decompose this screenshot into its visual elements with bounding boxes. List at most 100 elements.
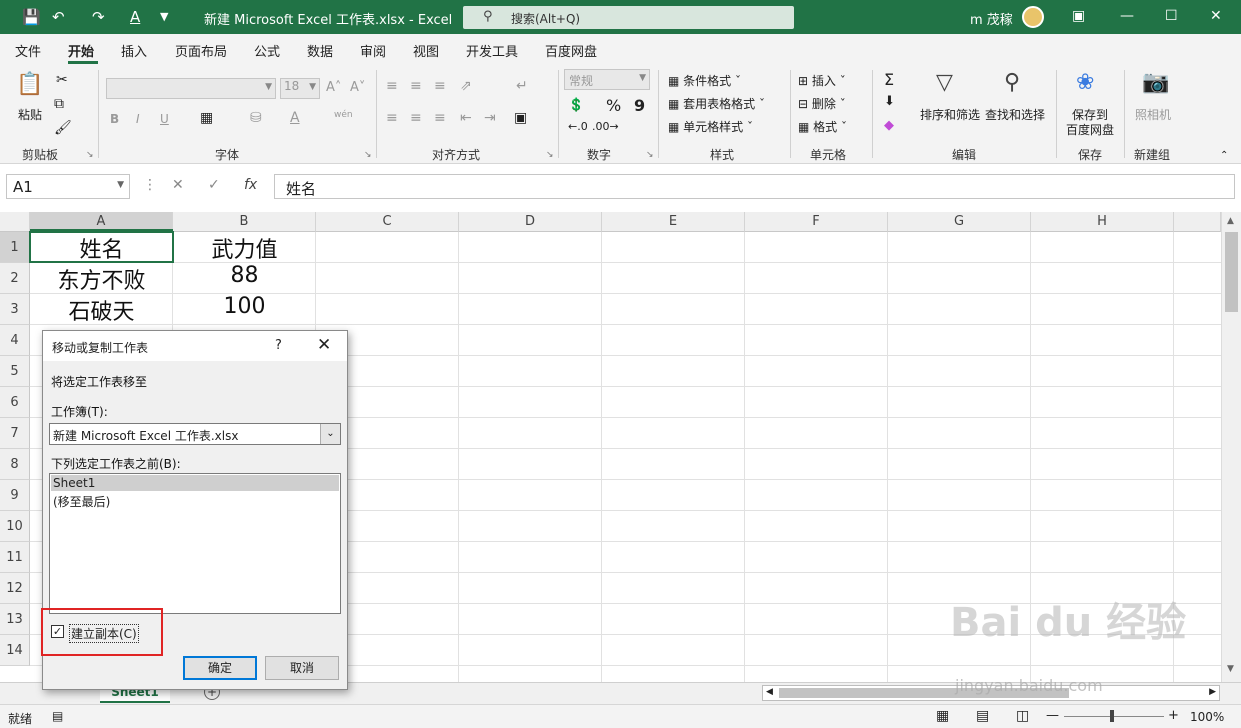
comma-style-icon[interactable]: 9 bbox=[634, 96, 645, 115]
tab-home[interactable]: 开始 bbox=[68, 41, 94, 60]
tab-baidu-netdisk[interactable]: 百度网盘 bbox=[545, 41, 597, 60]
font-color-icon[interactable]: A bbox=[130, 6, 140, 28]
scroll-left-icon[interactable]: ◀ bbox=[766, 687, 773, 697]
paste-icon[interactable]: 📋 bbox=[16, 72, 43, 97]
cell-a3[interactable]: 石破天 bbox=[30, 294, 173, 325]
decrease-decimal-icon[interactable]: .00→ bbox=[592, 120, 619, 133]
sheet-listbox[interactable]: Sheet1 (移至最后) bbox=[49, 473, 341, 614]
font-size-combo[interactable]: 18 ▼ bbox=[280, 78, 320, 99]
cell-b3[interactable]: 100 bbox=[173, 294, 316, 325]
percent-style-icon[interactable]: % bbox=[606, 96, 621, 115]
row-header[interactable]: 5 bbox=[0, 356, 30, 387]
row-header[interactable]: 14 bbox=[0, 635, 30, 666]
sort-filter-icon[interactable]: ▽ bbox=[936, 70, 953, 95]
align-left-icon[interactable]: ≡ bbox=[386, 110, 398, 126]
cancel-icon[interactable]: ✕ bbox=[172, 177, 184, 193]
cut-icon[interactable]: ✂ bbox=[56, 72, 68, 88]
save-to-line2[interactable]: 百度网盘 bbox=[1066, 121, 1114, 138]
shrink-font-icon[interactable]: A˅ bbox=[350, 80, 365, 95]
delete-cells-button[interactable]: ⊟ 删除 ˇ bbox=[798, 95, 846, 112]
formula-input[interactable]: 姓名 bbox=[274, 174, 1235, 199]
align-top-icon[interactable]: ≡ bbox=[386, 78, 398, 94]
vertical-scrollbar[interactable]: ▲ ▼ bbox=[1221, 212, 1241, 682]
dialog-close-icon[interactable]: ✕ bbox=[317, 335, 331, 355]
undo-icon[interactable]: ↶ bbox=[52, 6, 65, 28]
grow-font-icon[interactable]: A˄ bbox=[326, 80, 341, 95]
row-header[interactable]: 9 bbox=[0, 480, 30, 511]
clear-icon[interactable]: ◆ bbox=[884, 118, 894, 133]
cell-styles-button[interactable]: ▦ 单元格样式 ˇ bbox=[668, 118, 753, 135]
find-select-button[interactable]: 查找和选择 bbox=[985, 106, 1045, 123]
list-item[interactable]: (移至最后) bbox=[51, 492, 339, 509]
alignment-launcher-icon[interactable]: ↘ bbox=[546, 150, 554, 160]
name-box[interactable]: A1 ▼ bbox=[6, 174, 130, 199]
redo-icon[interactable]: ↷ bbox=[92, 6, 105, 28]
underline-button[interactable]: U bbox=[160, 112, 169, 126]
align-bottom-icon[interactable]: ≡ bbox=[434, 78, 446, 94]
page-layout-view-icon[interactable]: ▤ bbox=[976, 708, 989, 724]
bold-button[interactable]: B bbox=[110, 112, 119, 126]
insert-cells-button[interactable]: ⊞ 插入 ˇ bbox=[798, 72, 846, 89]
camera-button[interactable]: 照相机 bbox=[1135, 106, 1171, 123]
tab-insert[interactable]: 插入 bbox=[121, 41, 147, 60]
fill-icon[interactable]: ⬇ bbox=[884, 94, 895, 109]
format-painter-icon[interactable]: 🖌 bbox=[54, 120, 72, 136]
fill-color-icon[interactable]: ⛁ bbox=[250, 110, 262, 126]
border-icon[interactable]: ▦ bbox=[200, 110, 213, 126]
italic-button[interactable]: I bbox=[136, 112, 140, 126]
tab-page-layout[interactable]: 页面布局 bbox=[175, 41, 227, 60]
align-center-icon[interactable]: ≡ bbox=[410, 110, 422, 126]
zoom-out-icon[interactable]: — bbox=[1046, 708, 1059, 723]
increase-decimal-icon[interactable]: ←.0 bbox=[568, 120, 588, 133]
collapse-ribbon-icon[interactable]: ⌃ bbox=[1220, 150, 1228, 161]
row-header[interactable]: 4 bbox=[0, 325, 30, 356]
wrap-text-icon[interactable]: ↵ bbox=[516, 78, 528, 94]
tab-view[interactable]: 视图 bbox=[413, 41, 439, 60]
row-header[interactable]: 7 bbox=[0, 418, 30, 449]
row-header[interactable]: 8 bbox=[0, 449, 30, 480]
ribbon-display-icon[interactable]: ▣ bbox=[1072, 8, 1085, 24]
phonetic-icon[interactable]: wén bbox=[334, 110, 353, 120]
column-header-e[interactable]: E bbox=[602, 212, 745, 232]
column-header-h[interactable]: H bbox=[1031, 212, 1174, 232]
zoom-in-icon[interactable]: + bbox=[1168, 708, 1179, 723]
conditional-formatting-button[interactable]: ▦ 条件格式 ˇ bbox=[668, 72, 741, 89]
page-break-view-icon[interactable]: ◫ bbox=[1016, 708, 1029, 724]
zoom-slider-thumb[interactable] bbox=[1110, 710, 1114, 722]
help-icon[interactable]: ? bbox=[275, 338, 282, 353]
tab-review[interactable]: 审阅 bbox=[360, 41, 386, 60]
column-header-f[interactable]: F bbox=[745, 212, 888, 232]
sort-filter-button[interactable]: 排序和筛选 bbox=[920, 106, 980, 123]
tab-data[interactable]: 数据 bbox=[307, 41, 333, 60]
camera-icon[interactable]: 📷 bbox=[1142, 70, 1169, 95]
insert-function-icon[interactable]: fx bbox=[244, 177, 257, 193]
paste-button[interactable]: 粘贴 bbox=[18, 106, 42, 123]
zoom-level[interactable]: 100% bbox=[1190, 710, 1224, 724]
clipboard-launcher-icon[interactable]: ↘ bbox=[86, 150, 94, 160]
select-all-corner[interactable] bbox=[0, 212, 30, 232]
font-launcher-icon[interactable]: ↘ bbox=[364, 150, 372, 160]
row-header[interactable]: 2 bbox=[0, 263, 30, 294]
search-box[interactable]: ⚲ 搜索(Alt+Q) bbox=[463, 6, 794, 29]
tab-file[interactable]: 文件 bbox=[15, 41, 41, 60]
font-color-button[interactable]: A bbox=[290, 110, 300, 126]
row-header[interactable]: 3 bbox=[0, 294, 30, 325]
ok-button[interactable]: 确定 bbox=[183, 656, 257, 680]
cancel-button[interactable]: 取消 bbox=[265, 656, 339, 680]
scroll-down-icon[interactable]: ▼ bbox=[1227, 664, 1234, 674]
row-header[interactable]: 10 bbox=[0, 511, 30, 542]
number-format-combo[interactable]: 常规 ▼ bbox=[564, 69, 650, 90]
merge-center-icon[interactable]: ▣ bbox=[514, 110, 527, 126]
maximize-icon[interactable]: ☐ bbox=[1165, 8, 1178, 24]
tab-formulas[interactable]: 公式 bbox=[254, 41, 280, 60]
row-header[interactable]: 11 bbox=[0, 542, 30, 573]
font-name-combo[interactable]: ▼ bbox=[106, 78, 276, 99]
normal-view-icon[interactable]: ▦ bbox=[936, 708, 949, 724]
number-launcher-icon[interactable]: ↘ bbox=[646, 150, 654, 160]
avatar[interactable] bbox=[1022, 6, 1044, 28]
user-name[interactable]: m 茂稼 bbox=[970, 9, 1013, 28]
row-header[interactable]: 12 bbox=[0, 573, 30, 604]
format-as-table-button[interactable]: ▦ 套用表格格式 ˇ bbox=[668, 95, 765, 112]
cell-b1[interactable]: 武力值 bbox=[173, 232, 316, 263]
cell-a2[interactable]: 东方不败 bbox=[30, 263, 173, 294]
